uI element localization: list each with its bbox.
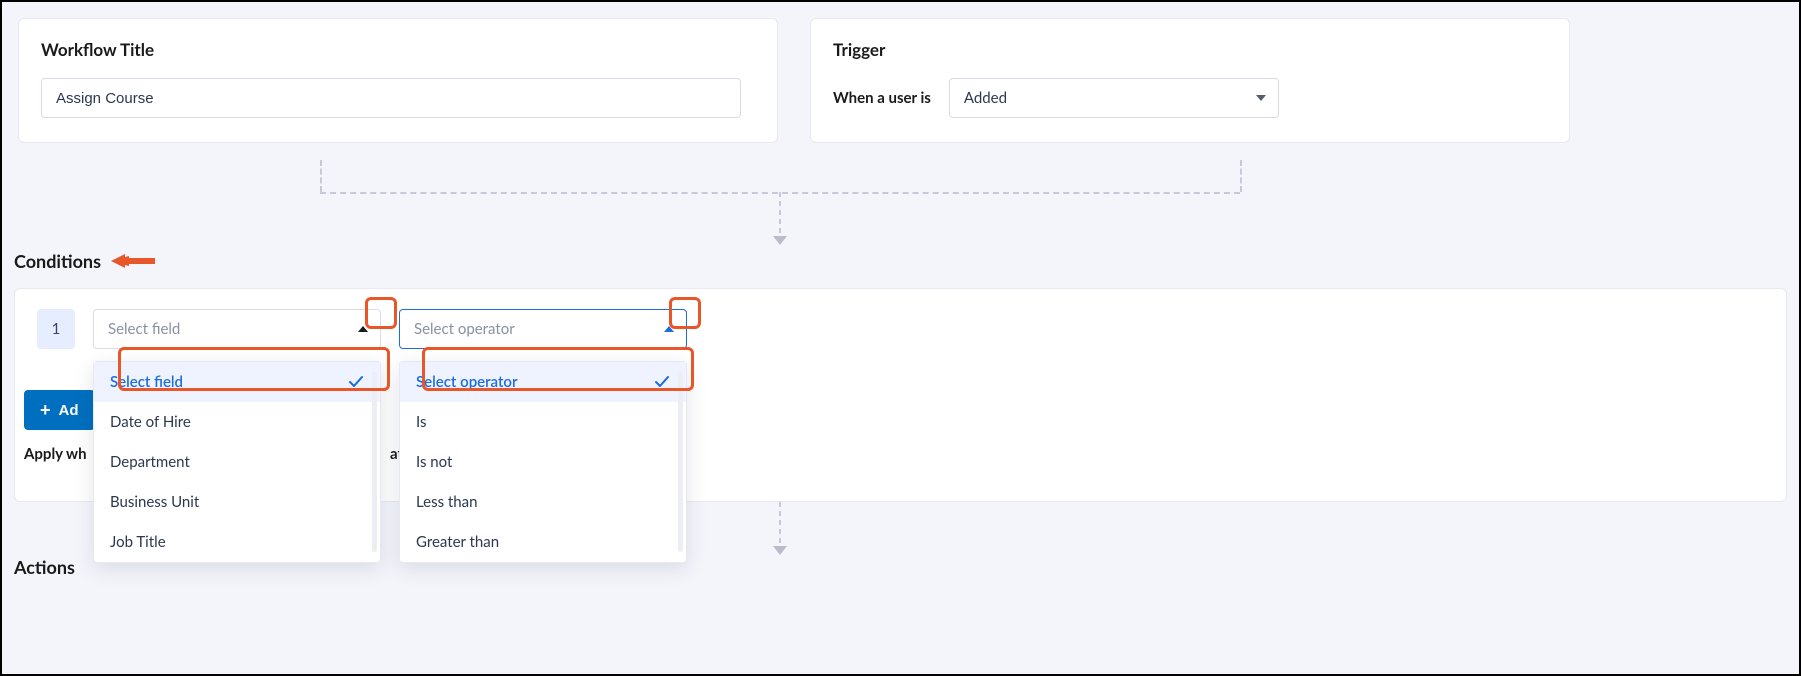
actions-section-label: Actions <box>14 556 75 578</box>
connector-line <box>320 160 322 192</box>
trigger-label: Trigger <box>833 39 1547 60</box>
check-icon <box>348 374 364 390</box>
plus-icon: + <box>40 401 51 419</box>
condition-field-option-selected[interactable]: Select field <box>94 362 380 402</box>
condition-operator-option[interactable]: Greater than <box>400 522 686 562</box>
condition-operator-dropdown: Select operator Is Is not Less than Grea… <box>399 361 687 563</box>
scrollbar[interactable] <box>372 372 377 552</box>
conditions-section-label: Conditions <box>14 250 101 272</box>
condition-field-option[interactable]: Business Unit <box>94 482 380 522</box>
condition-operator-select[interactable]: Select operator <box>399 309 687 349</box>
condition-operator-placeholder: Select operator <box>414 320 515 338</box>
trigger-select-value: Added <box>964 89 1007 107</box>
chevron-down-icon <box>773 546 787 555</box>
trigger-prefix-label: When a user is <box>833 89 931 107</box>
apply-when-label-head: Apply wh <box>24 445 87 463</box>
caret-up-icon <box>358 326 368 332</box>
scrollbar[interactable] <box>678 372 683 552</box>
condition-operator-option[interactable]: Less than <box>400 482 686 522</box>
conditions-section-header: Conditions <box>14 250 155 272</box>
connector-arrow <box>773 192 787 245</box>
workflow-title-card: Workflow Title <box>18 18 778 143</box>
trigger-card: Trigger When a user is Added <box>810 18 1570 143</box>
trigger-select[interactable]: Added <box>949 78 1279 118</box>
condition-field-placeholder: Select field <box>108 320 180 338</box>
annotation-arrow-icon <box>111 252 155 270</box>
conditions-card: 1 Select field Select field Date of Hire… <box>14 288 1787 502</box>
chevron-down-icon <box>773 236 787 245</box>
condition-operator-option-selected[interactable]: Select operator <box>400 362 686 402</box>
condition-field-select-wrapper: Select field Select field Date of Hire D… <box>93 309 381 349</box>
condition-field-option[interactable]: Job Title <box>94 522 380 562</box>
connector-arrow <box>773 502 787 555</box>
condition-field-option[interactable]: Department <box>94 442 380 482</box>
workflow-title-input[interactable] <box>41 78 741 118</box>
add-condition-button[interactable]: + Ad <box>24 390 95 430</box>
check-icon <box>654 374 670 390</box>
condition-row-number: 1 <box>37 309 75 349</box>
caret-down-icon <box>1256 95 1266 101</box>
condition-operator-option[interactable]: Is <box>400 402 686 442</box>
condition-field-select[interactable]: Select field <box>93 309 381 349</box>
caret-up-icon <box>664 326 674 332</box>
condition-operator-select-wrapper: Select operator Select operator Is Is no… <box>399 309 687 349</box>
condition-field-dropdown: Select field Date of Hire Department Bus… <box>93 361 381 563</box>
workflow-title-label: Workflow Title <box>41 39 755 60</box>
connector-line <box>1240 160 1242 192</box>
condition-field-option[interactable]: Date of Hire <box>94 402 380 442</box>
condition-operator-option[interactable]: Is not <box>400 442 686 482</box>
actions-section-header: Actions <box>14 556 75 578</box>
